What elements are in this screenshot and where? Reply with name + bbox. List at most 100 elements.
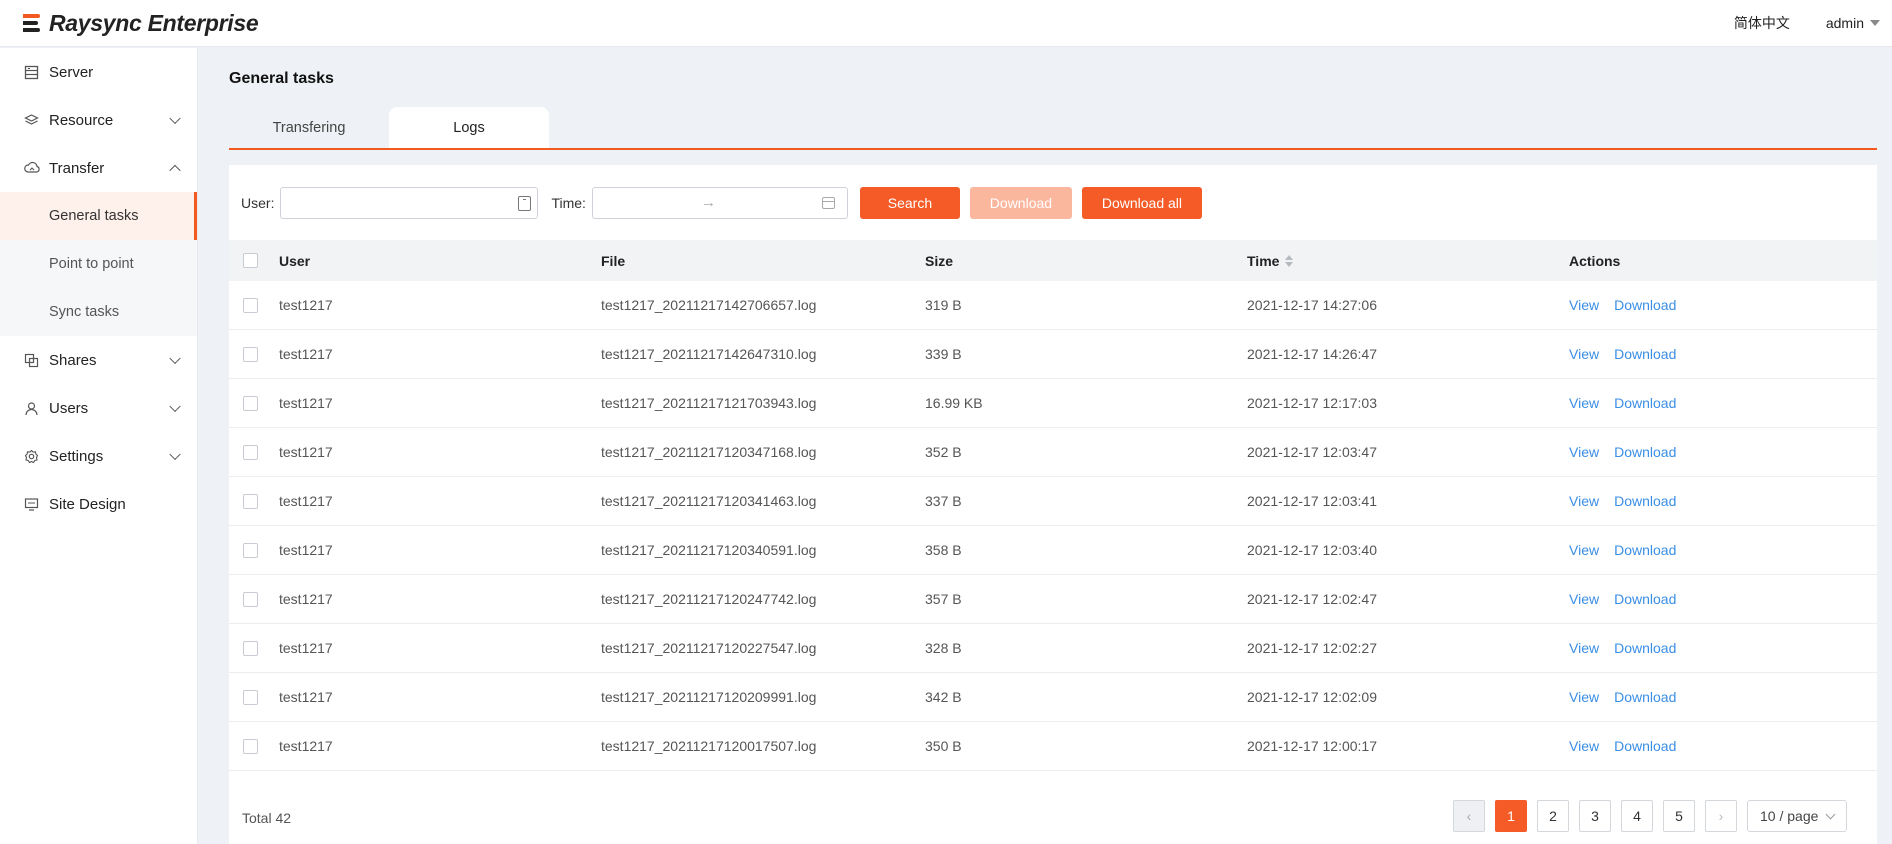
prev-page-button[interactable]: ‹ — [1453, 800, 1485, 832]
row-checkbox[interactable] — [243, 444, 258, 460]
top-header: Raysync Enterprise 简体中文 admin — [0, 0, 1892, 47]
column-time[interactable]: Time — [1247, 253, 1569, 269]
row-checkbox[interactable] — [243, 738, 258, 754]
app-logo[interactable]: Raysync Enterprise — [19, 10, 259, 37]
sort-icon[interactable] — [1285, 254, 1294, 267]
download-link[interactable]: Download — [1614, 640, 1676, 656]
view-link[interactable]: View — [1569, 444, 1599, 460]
user-menu[interactable]: admin — [1826, 15, 1880, 31]
column-size: Size — [925, 252, 954, 269]
user-filter-input[interactable] — [280, 187, 539, 219]
view-link[interactable]: View — [1569, 542, 1599, 558]
contact-picker-icon[interactable] — [518, 196, 532, 211]
view-link[interactable]: View — [1569, 493, 1599, 509]
cell-size: 342 B — [925, 689, 962, 705]
sidebar-item-users[interactable]: Users — [0, 384, 197, 432]
gear-icon — [23, 448, 40, 465]
row-checkbox[interactable] — [243, 346, 258, 362]
row-checkbox[interactable] — [243, 591, 258, 607]
download-link[interactable]: Download — [1614, 444, 1676, 460]
view-link[interactable]: View — [1569, 640, 1599, 656]
row-checkbox[interactable] — [243, 297, 258, 313]
cell-user: test1217 — [279, 444, 333, 460]
page-button-1[interactable]: 1 — [1495, 800, 1527, 832]
select-all-checkbox[interactable] — [243, 253, 258, 268]
cell-time: 2021-12-17 12:02:27 — [1247, 640, 1377, 656]
sidebar-item-label: Sync tasks — [49, 304, 120, 320]
table-row: test1217 test1217_20211217142706657.log … — [229, 281, 1877, 330]
cell-time: 2021-12-17 12:03:40 — [1247, 542, 1377, 558]
row-checkbox[interactable] — [243, 395, 258, 411]
table-row: test1217 test1217_20211217120340591.log … — [229, 526, 1877, 575]
view-link[interactable]: View — [1569, 591, 1599, 607]
cell-size: 339 B — [925, 346, 962, 362]
download-link[interactable]: Download — [1614, 395, 1676, 411]
sidebar-item-general-tasks[interactable]: General tasks — [0, 192, 197, 240]
view-link[interactable]: View — [1569, 395, 1599, 411]
view-link[interactable]: View — [1569, 297, 1599, 313]
sidebar-item-point-to-point[interactable]: Point to point — [0, 240, 197, 288]
cell-time: 2021-12-17 12:03:41 — [1247, 493, 1377, 509]
sidebar-item-label: Resource — [49, 111, 114, 129]
table-row: test1217 test1217_20211217121703943.log … — [229, 379, 1877, 428]
search-button[interactable]: Search — [859, 187, 960, 219]
date-range-picker[interactable]: → — [591, 187, 848, 219]
cell-file: test1217_20211217120247742.log — [601, 591, 817, 607]
tab-transfering[interactable]: Transfering — [229, 107, 389, 149]
sidebar-item-settings[interactable]: Settings — [0, 432, 197, 480]
cell-time: 2021-12-17 12:00:17 — [1247, 738, 1377, 754]
download-link[interactable]: Download — [1614, 689, 1676, 705]
sidebar-item-label: Site Design — [49, 495, 126, 513]
chevron-down-icon — [169, 400, 181, 413]
next-page-button[interactable]: › — [1705, 800, 1737, 832]
sidebar-item-label: Transfer — [49, 159, 105, 177]
row-checkbox[interactable] — [243, 493, 258, 509]
cell-file: test1217_20211217142647310.log — [601, 346, 817, 362]
cell-size: 328 B — [925, 640, 962, 656]
row-checkbox[interactable] — [243, 689, 258, 705]
cell-file: test1217_20211217142706657.log — [601, 297, 817, 313]
sidebar-item-sync-tasks[interactable]: Sync tasks — [0, 288, 197, 336]
download-link[interactable]: Download — [1614, 591, 1676, 607]
pagination: ‹ 1 2 3 4 5 › 10 / page — [1453, 800, 1847, 832]
chevron-up-icon — [169, 164, 181, 177]
cell-size: 358 B — [925, 542, 962, 558]
cell-time: 2021-12-17 14:27:06 — [1247, 297, 1377, 313]
cell-file: test1217_20211217120341463.log — [601, 493, 817, 509]
download-all-button[interactable]: Download all — [1081, 187, 1202, 219]
download-button[interactable]: Download — [969, 187, 1072, 219]
row-checkbox[interactable] — [243, 542, 258, 558]
language-switcher[interactable]: 简体中文 — [1734, 13, 1790, 33]
view-link[interactable]: View — [1569, 689, 1599, 705]
sidebar-item-site-design[interactable]: Site Design — [0, 480, 197, 528]
tab-logs[interactable]: Logs — [389, 107, 549, 149]
page-button-4[interactable]: 4 — [1621, 800, 1653, 832]
page-button-5[interactable]: 5 — [1663, 800, 1695, 832]
cell-time: 2021-12-17 14:26:47 — [1247, 346, 1377, 362]
cell-file: test1217_20211217120340591.log — [601, 542, 817, 558]
view-link[interactable]: View — [1569, 346, 1599, 362]
cell-time: 2021-12-17 12:17:03 — [1247, 395, 1377, 411]
table-row: test1217 test1217_20211217120341463.log … — [229, 477, 1877, 526]
page-size-select[interactable]: 10 / page — [1747, 800, 1847, 832]
sidebar-item-resource[interactable]: Resource — [0, 96, 197, 144]
row-checkbox[interactable] — [243, 640, 258, 656]
cell-size: 357 B — [925, 591, 962, 607]
table-row: test1217 test1217_20211217120247742.log … — [229, 575, 1877, 624]
sidebar-item-shares[interactable]: Shares — [0, 336, 197, 384]
cell-size: 350 B — [925, 738, 962, 754]
username: admin — [1825, 15, 1864, 31]
download-link[interactable]: Download — [1614, 346, 1676, 362]
view-link[interactable]: View — [1569, 738, 1599, 754]
sidebar-item-transfer[interactable]: Transfer — [0, 144, 197, 192]
sidebar-item-server[interactable]: Server — [0, 48, 197, 96]
download-link[interactable]: Download — [1614, 738, 1676, 754]
cell-file: test1217_20211217120227547.log — [601, 640, 817, 656]
filter-bar: User: Time: → Search Download Download a… — [241, 187, 1212, 219]
download-link[interactable]: Download — [1614, 493, 1676, 509]
download-link[interactable]: Download — [1614, 297, 1676, 313]
download-link[interactable]: Download — [1614, 542, 1676, 558]
page-button-3[interactable]: 3 — [1579, 800, 1611, 832]
page-button-2[interactable]: 2 — [1537, 800, 1569, 832]
shares-icon — [23, 352, 40, 369]
